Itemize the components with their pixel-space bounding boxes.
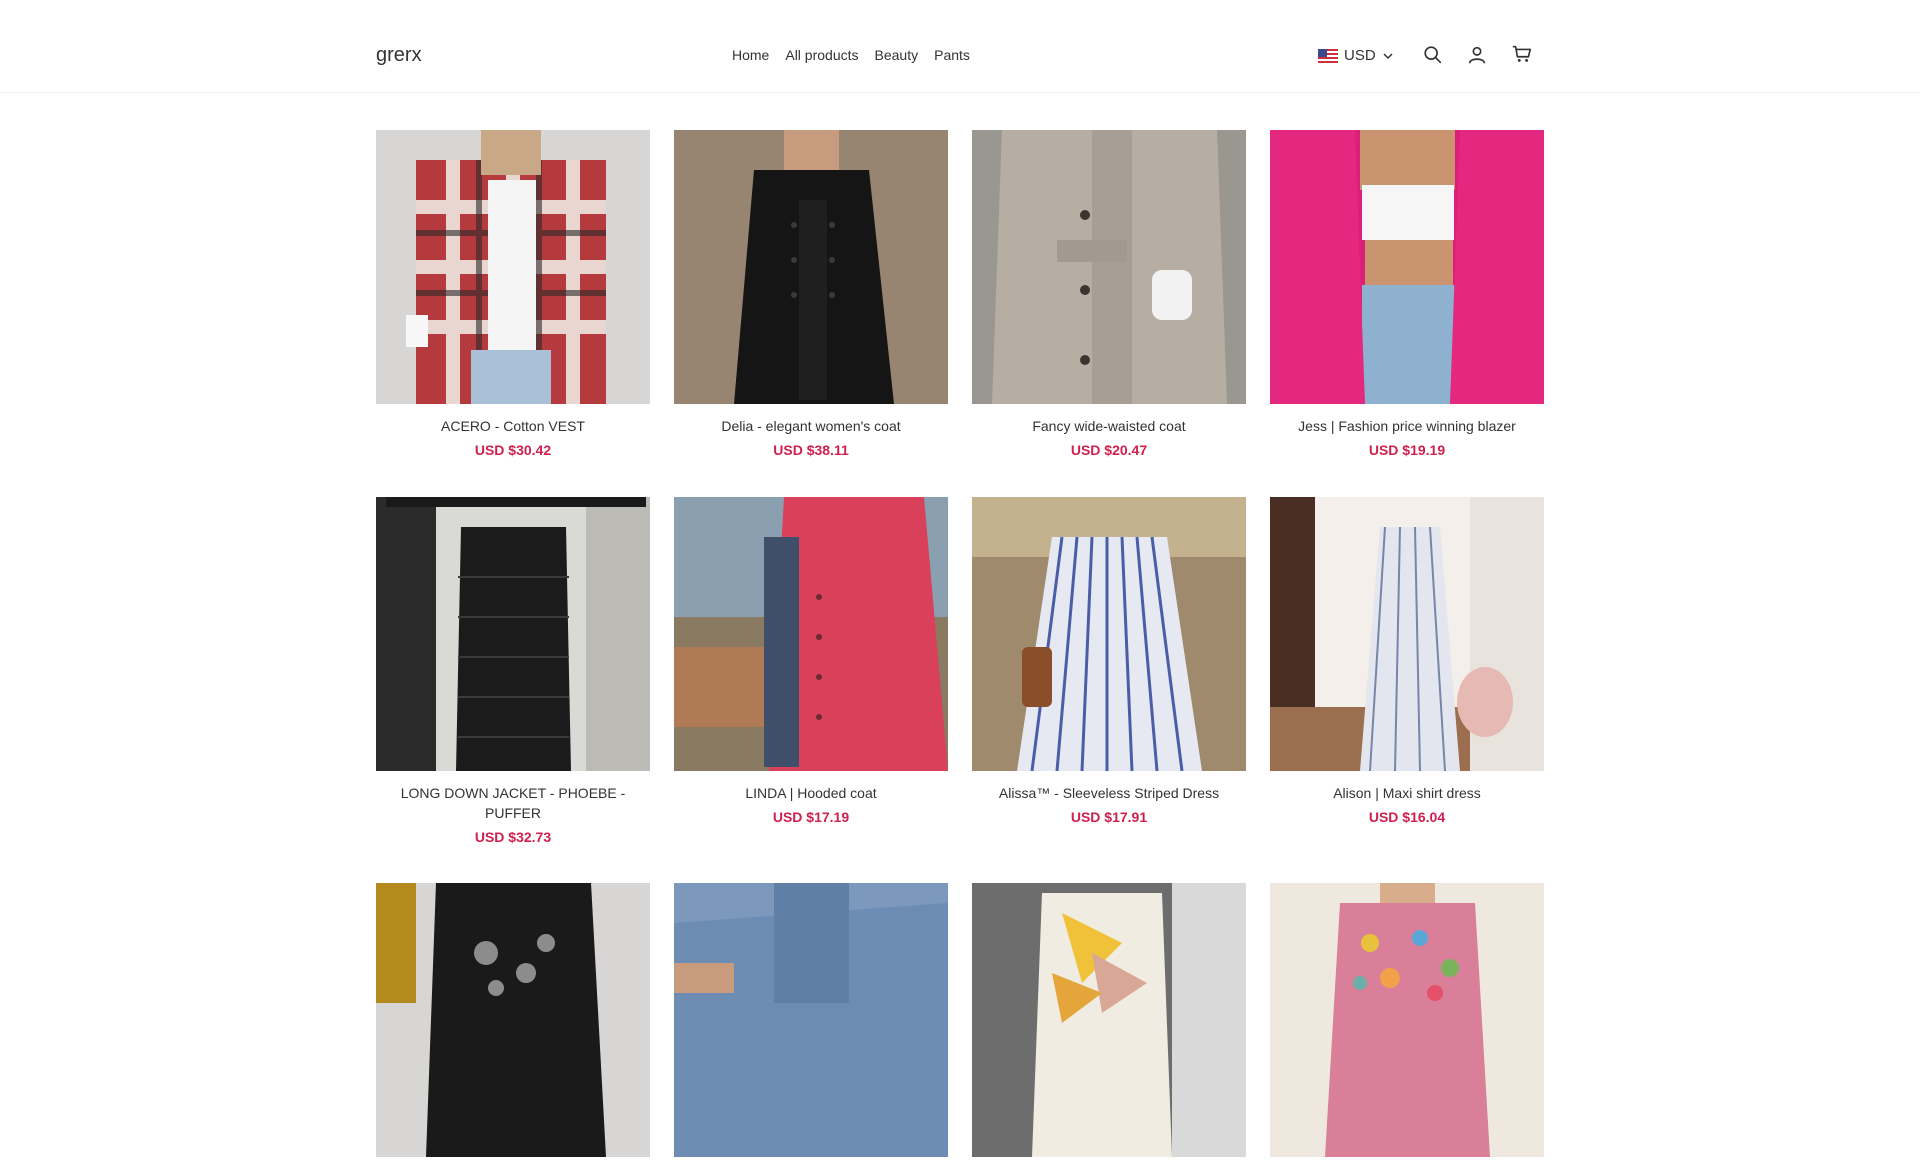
product-price: USD $17.19 — [772, 809, 850, 825]
product-card[interactable]: Jess | Fashion price winning blazer USD … — [1270, 130, 1544, 458]
cart-icon[interactable] — [1511, 43, 1533, 65]
product-card[interactable] — [674, 883, 948, 1169]
currency-selector[interactable]: USD — [1318, 47, 1394, 64]
product-image-black-puffer[interactable] — [376, 497, 650, 771]
product-card[interactable]: Alison | Maxi shirt dress USD $16.04 — [1270, 497, 1544, 825]
product-title[interactable]: Jess | Fashion price winning blazer — [1270, 416, 1544, 436]
product-price: USD $16.04 — [1368, 809, 1446, 825]
product-title[interactable]: Alison | Maxi shirt dress — [1270, 783, 1544, 803]
product-image-striped-dress[interactable] — [972, 497, 1246, 771]
product-image-plaid-jacket[interactable] — [376, 130, 650, 404]
product-image-floral-blouse[interactable] — [1270, 883, 1544, 1157]
chevron-down-icon — [1383, 52, 1393, 59]
product-image-red-coat[interactable] — [674, 497, 948, 771]
nav-item-home[interactable]: Home — [732, 47, 769, 63]
nav-item-all-products[interactable]: All products — [785, 47, 858, 63]
product-card[interactable] — [972, 883, 1246, 1169]
site-header: grerx Home All products Beauty Pants USD — [0, 0, 1920, 93]
product-image-maxi-dress[interactable] — [1270, 497, 1544, 771]
nav-item-beauty[interactable]: Beauty — [875, 47, 919, 63]
product-price: USD $20.47 — [1070, 442, 1148, 458]
currency-label: USD — [1344, 47, 1376, 64]
product-image-denim-shirt[interactable] — [674, 883, 948, 1157]
product-price: USD $30.42 — [474, 442, 552, 458]
product-image-print-top[interactable] — [972, 883, 1246, 1157]
product-price: USD $17.91 — [1070, 809, 1148, 825]
product-card[interactable]: LINDA | Hooded coat USD $17.19 — [674, 497, 948, 825]
product-card[interactable]: ACERO - Cotton VEST USD $30.42 — [376, 130, 650, 458]
product-title[interactable]: Delia - elegant women's coat — [674, 416, 948, 436]
product-title[interactable]: ACERO - Cotton VEST — [376, 416, 650, 436]
product-price: USD $19.19 — [1368, 442, 1446, 458]
product-image-pink-blazer[interactable] — [1270, 130, 1544, 404]
product-card[interactable] — [376, 883, 650, 1169]
product-card[interactable]: Fancy wide-waisted coat USD $20.47 — [972, 130, 1246, 458]
product-card[interactable] — [1270, 883, 1544, 1169]
product-title[interactable]: LONG DOWN JACKET - PHOEBE - PUFFER — [376, 783, 650, 823]
nav-item-pants[interactable]: Pants — [934, 47, 970, 63]
product-title[interactable]: Alissa™ - Sleeveless Striped Dress — [972, 783, 1246, 803]
product-title[interactable]: Fancy wide-waisted coat — [972, 416, 1246, 436]
account-icon[interactable] — [1466, 44, 1488, 66]
product-card[interactable]: Delia - elegant women's coat USD $38.11 — [674, 130, 948, 458]
store-logo[interactable]: grerx — [376, 44, 422, 67]
product-card[interactable]: Alissa™ - Sleeveless Striped Dress USD $… — [972, 497, 1246, 825]
main-nav: Home All products Beauty Pants — [732, 47, 970, 63]
search-icon[interactable] — [1422, 44, 1444, 66]
product-image-beige-coat[interactable] — [972, 130, 1246, 404]
product-image-black-dotted-dress[interactable] — [376, 883, 650, 1157]
product-title[interactable]: LINDA | Hooded coat — [674, 783, 948, 803]
us-flag-icon — [1318, 48, 1338, 63]
product-card[interactable]: LONG DOWN JACKET - PHOEBE - PUFFER USD $… — [376, 497, 650, 845]
product-price: USD $38.11 — [773, 442, 849, 458]
product-image-black-coat[interactable] — [674, 130, 948, 404]
product-price: USD $32.73 — [474, 829, 552, 845]
